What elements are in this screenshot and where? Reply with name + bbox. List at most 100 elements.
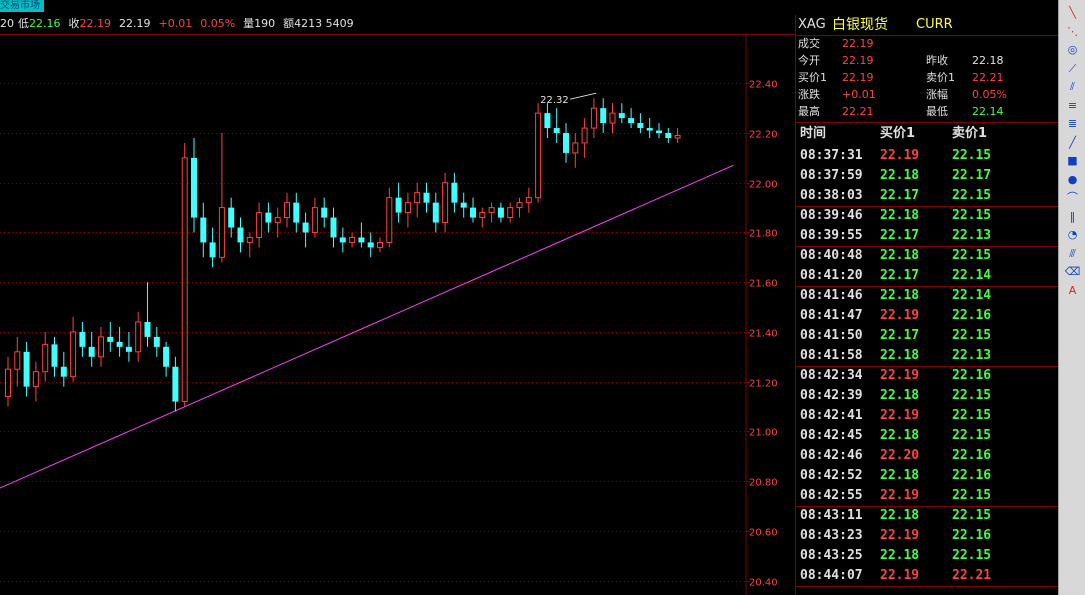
label-high: 最高 (798, 105, 820, 118)
eraser-tool-icon[interactable]: ⌫ (1062, 263, 1083, 281)
candle-body (563, 133, 569, 153)
tick-bid: 22.18 (880, 208, 920, 223)
candle-body (507, 207, 514, 219)
value-prev-close: 22.18 (972, 54, 1004, 67)
tick-time: 08:39:55 (800, 228, 863, 243)
candle-body (237, 227, 244, 243)
tick-row[interactable]: 08:43:23 22.19 22.16 (796, 526, 1058, 546)
y-tick-label: 21.80 (749, 229, 778, 240)
candlestick-chart[interactable]: 22.40 22.20 22.00 21.80 21.60 21.40 21.20 21.00… (0, 35, 795, 595)
candle-body (646, 128, 653, 131)
info-label: 20 (0, 17, 14, 30)
channel-tool-icon[interactable]: ⫽ (1062, 78, 1083, 96)
instrument-currency: CURR (916, 17, 953, 32)
tick-row[interactable]: 08:38:03 22.17 22.15 (796, 186, 1058, 206)
label-prev-close: 昨收 (926, 54, 948, 67)
ticks-header-time: 时间 (800, 126, 827, 141)
ticks-header-ask: 卖价1 (952, 126, 988, 141)
tick-time: 08:41:46 (800, 288, 863, 303)
candle-body (42, 343, 49, 373)
candle-body (404, 202, 411, 214)
candle-body (163, 346, 170, 367)
tick-time: 08:42:39 (800, 388, 863, 403)
tick-ask: 22.16 (952, 448, 992, 463)
tick-row[interactable]: 08:39:46 22.18 22.15 (796, 206, 1058, 226)
value-low: 22.14 (972, 105, 1004, 118)
tick-bid: 22.19 (880, 408, 920, 423)
candle-body (451, 182, 458, 203)
candle-body (172, 366, 179, 402)
spiral-tool-icon[interactable]: ◔ (1062, 226, 1083, 244)
text-tool-icon[interactable]: A (1062, 282, 1083, 300)
tick-row[interactable]: 08:44:07 22.19 22.21 (796, 566, 1058, 586)
divider (796, 122, 1058, 123)
candle-body (246, 236, 253, 243)
candle-body (265, 212, 272, 223)
tick-row[interactable]: 08:42:45 22.18 22.15 (796, 426, 1058, 446)
level-tool-icon[interactable]: ≣ (1062, 115, 1083, 133)
candle-body (535, 112, 542, 199)
y-tick-label: 22.00 (749, 180, 778, 191)
candle-body (284, 202, 290, 219)
cycle-tool-icon[interactable]: ⌒ (1062, 189, 1083, 207)
vertical-lines-tool-icon[interactable]: ‖ (1062, 208, 1083, 226)
tick-time: 08:41:50 (800, 328, 863, 343)
tick-row[interactable]: 08:41:58 22.18 22.13 (796, 346, 1058, 366)
candle-body (442, 182, 449, 224)
value-bid1: 22.19 (842, 71, 874, 84)
tick-row[interactable]: 08:42:46 22.20 22.16 (796, 446, 1058, 466)
tick-row[interactable]: 08:41:47 22.19 22.16 (796, 306, 1058, 326)
tick-row[interactable]: 08:42:41 22.19 22.15 (796, 406, 1058, 426)
tick-row[interactable]: 08:42:52 22.18 22.16 (796, 466, 1058, 486)
tick-row[interactable]: 08:42:39 22.18 22.15 (796, 386, 1058, 406)
tick-row[interactable]: 08:41:46 22.18 22.14 (796, 286, 1058, 306)
tick-bid: 22.18 (880, 508, 920, 523)
tick-row[interactable]: 08:43:11 22.18 22.15 (796, 506, 1058, 526)
tick-row[interactable]: 08:43:25 22.18 22.15 (796, 546, 1058, 566)
tick-row[interactable]: 08:40:48 22.18 22.15 (796, 246, 1058, 266)
tick-ask: 22.15 (952, 208, 992, 223)
tick-ask: 22.13 (952, 228, 992, 243)
candle-body (581, 127, 588, 144)
tick-time: 08:40:48 (800, 248, 863, 263)
candle-body (60, 366, 67, 377)
high-annotation-line (569, 92, 597, 100)
tick-ask: 22.15 (952, 388, 992, 403)
tick-row[interactable]: 08:39:55 22.17 22.13 (796, 226, 1058, 246)
divider (796, 35, 1058, 36)
label-change: 涨跌 (798, 88, 820, 101)
candle-body (377, 241, 383, 248)
y-tick-label: 20.60 (749, 528, 778, 539)
parallel-tool-icon[interactable]: ⫻ (1062, 245, 1083, 263)
info-value: +0.01 (158, 17, 193, 30)
quote-panel: XAG 白银现货 CURR 成交 22.19 今开 22.19 昨收 22.18… (795, 15, 1059, 595)
candle-body (386, 197, 393, 243)
price-info-bar: 20 低22.16 收22.19 22.19 +0.01 0.05% 量190 额4213 5… (0, 16, 795, 32)
candle-body (572, 142, 579, 154)
ellipse-tool-icon[interactable]: ● (1062, 171, 1083, 189)
tick-row[interactable]: 08:42:34 22.19 22.16 (796, 366, 1058, 386)
tick-bid: 22.18 (880, 248, 920, 263)
tick-bid: 22.17 (880, 228, 920, 243)
tick-row[interactable]: 08:37:59 22.18 22.17 (796, 166, 1058, 186)
tick-ask: 22.21 (952, 568, 992, 583)
y-tick-label: 20.80 (749, 478, 778, 489)
arc-tool-icon[interactable]: ◎ (1062, 41, 1083, 59)
tick-row[interactable]: 08:42:55 22.19 22.15 (796, 486, 1058, 506)
line-tool-icon[interactable]: ╲ (1062, 4, 1083, 22)
tick-ask: 22.15 (952, 148, 992, 163)
label-low: 最低 (926, 105, 948, 118)
fib-tool-icon[interactable]: ≡ (1062, 97, 1083, 115)
trend-tool-icon[interactable]: ╱ (1062, 134, 1083, 152)
rectangle-tool-icon[interactable]: ■ (1062, 152, 1083, 170)
tick-row[interactable]: 08:41:20 22.17 22.14 (796, 266, 1058, 286)
tick-ask: 22.17 (952, 168, 992, 183)
tick-ask: 22.15 (952, 188, 992, 203)
candle-body (665, 133, 672, 138)
market-tab[interactable]: 交易市场 (0, 0, 44, 12)
ray-tool-icon[interactable]: ⋱ (1062, 23, 1083, 41)
candle-body (274, 217, 281, 224)
tick-row[interactable]: 08:41:50 22.17 22.15 (796, 326, 1058, 346)
fan-tool-icon[interactable]: ⟋ (1062, 60, 1083, 78)
tick-row[interactable]: 08:37:31 22.19 22.15 (796, 146, 1058, 166)
